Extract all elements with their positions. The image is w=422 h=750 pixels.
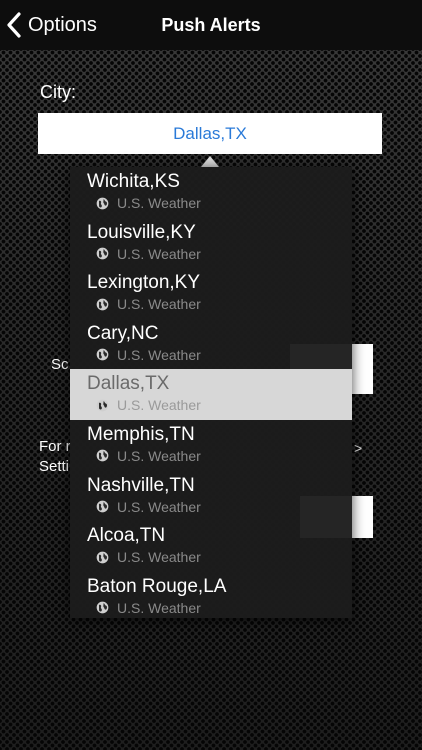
popover-caret xyxy=(201,156,219,167)
sc-label: Sc xyxy=(51,356,69,373)
city-option-source: U.S. Weather xyxy=(96,246,201,262)
city-option[interactable]: Lexington,KY U.S. Weather xyxy=(70,268,352,319)
city-option[interactable]: Alcoa,TN U.S. Weather xyxy=(70,521,352,572)
globe-icon xyxy=(96,551,109,564)
city-option-source: U.S. Weather xyxy=(96,549,201,565)
city-option[interactable]: Wichita,KS U.S. Weather xyxy=(70,167,352,218)
city-option[interactable]: Memphis,TN U.S. Weather xyxy=(70,420,352,471)
source-label: U.S. Weather xyxy=(117,195,201,211)
nav-bar: Options Push Alerts xyxy=(0,0,422,50)
city-option-source: U.S. Weather xyxy=(96,296,201,312)
globe-icon xyxy=(96,247,109,260)
globe-icon xyxy=(96,399,109,412)
city-option-name: Baton Rouge,LA xyxy=(87,575,227,597)
city-selector[interactable]: Dallas,TX xyxy=(38,113,382,154)
globe-icon xyxy=(96,298,109,311)
city-option-source: U.S. Weather xyxy=(96,397,201,413)
city-option-source: U.S. Weather xyxy=(96,600,201,616)
source-label: U.S. Weather xyxy=(117,397,201,414)
city-option[interactable]: Baton Rouge,LA U.S. Weather xyxy=(70,572,352,623)
globe-icon xyxy=(96,348,109,361)
back-label: Options xyxy=(28,13,97,36)
city-label: City: xyxy=(40,82,76,102)
source-label: U.S. Weather xyxy=(117,549,201,566)
city-option[interactable]: Dallas,TX U.S. Weather xyxy=(70,369,352,420)
source-label: U.S. Weather xyxy=(117,498,201,515)
city-option-name: Dallas,TX xyxy=(87,373,170,395)
source-label: U.S. Weather xyxy=(117,447,201,464)
city-option-name: Memphis,TN xyxy=(87,423,195,445)
city-option-source: U.S. Weather xyxy=(96,448,201,464)
city-option-name: Wichita,KS xyxy=(87,171,180,192)
city-option-name: Alcoa,TN xyxy=(87,525,166,547)
city-option[interactable]: Louisville,KY U.S. Weather xyxy=(70,218,352,269)
back-button[interactable]: Options xyxy=(6,0,97,50)
source-label: U.S. Weather xyxy=(117,346,201,363)
city-dropdown: Wichita,KS U.S. Weather Louisville,KY U.S. … xyxy=(70,167,352,618)
city-option-name: Cary,NC xyxy=(87,322,159,344)
for-label: For r xyxy=(39,438,71,455)
city-option-name: Lexington,KY xyxy=(87,272,201,294)
city-option-source: U.S. Weather xyxy=(96,499,201,515)
chevron-left-icon xyxy=(7,12,21,38)
city-option-source: U.S. Weather xyxy=(96,195,201,211)
globe-icon xyxy=(96,500,109,513)
globe-icon xyxy=(96,601,109,614)
city-option[interactable]: Nashville,TN U.S. Weather xyxy=(70,471,352,522)
source-label: U.S. Weather xyxy=(117,296,201,313)
city-option-name: Louisville,KY xyxy=(87,221,196,243)
source-label: U.S. Weather xyxy=(117,599,201,616)
city-option[interactable]: Cary,NC U.S. Weather xyxy=(70,319,352,370)
globe-icon xyxy=(96,197,109,209)
city-option-source: U.S. Weather xyxy=(96,347,201,363)
globe-icon xyxy=(96,450,109,462)
city-option-name: Nashville,TN xyxy=(87,474,195,496)
disclosure-arrow[interactable]: > xyxy=(354,440,362,456)
source-label: U.S. Weather xyxy=(117,245,201,262)
settings-label: Setti xyxy=(39,458,70,475)
